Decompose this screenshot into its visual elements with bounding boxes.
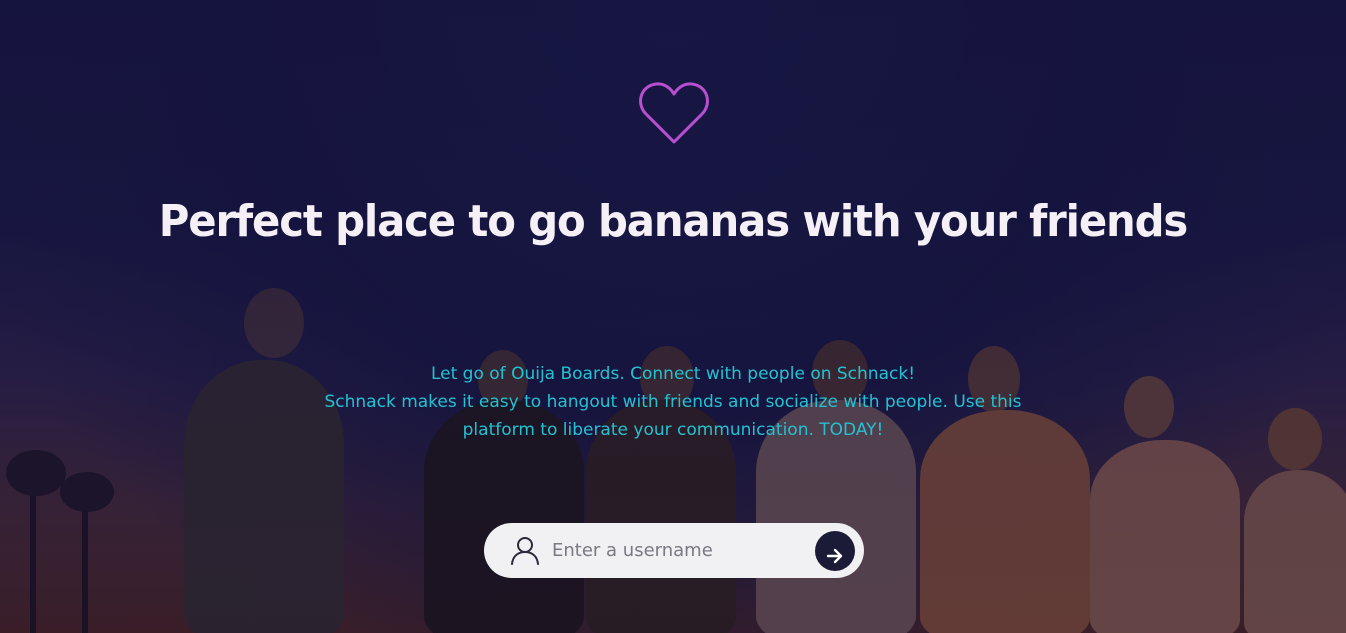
arrow-right-icon <box>826 548 843 564</box>
heart-outline-icon <box>639 82 709 144</box>
tagline-line: Schnack makes it easy to hangout with fr… <box>324 392 1022 412</box>
user-outline-icon <box>511 537 539 565</box>
hero-headline: Perfect place to go bananas with your fr… <box>158 196 1189 247</box>
username-form <box>484 523 864 578</box>
tagline-line: Let go of Ouija Boards. Connect with peo… <box>430 364 916 384</box>
username-input[interactable] <box>550 533 802 567</box>
hero-tagline: Let go of Ouija Boards. Connect with peo… <box>300 360 1046 444</box>
tagline-line: platform to liberate your communication.… <box>462 420 884 440</box>
submit-username-button[interactable] <box>815 531 855 571</box>
